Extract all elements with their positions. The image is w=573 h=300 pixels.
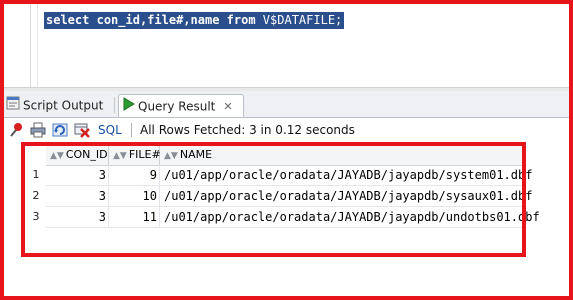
play-icon	[121, 96, 135, 118]
tab-query-result-label: Query Result	[138, 99, 216, 114]
cell-file[interactable]: 9	[109, 165, 157, 185]
column-divider	[159, 165, 160, 228]
sql-statement[interactable]: select con_id,file#,name from V$DATAFILE…	[44, 12, 345, 29]
cell-name[interactable]: /u01/app/oracle/oradata/JAYADB/jayapdb/u…	[164, 207, 540, 227]
sql-keyword-from: from	[226, 13, 256, 27]
editor-margin	[37, 4, 38, 87]
script-output-icon	[6, 95, 20, 117]
row-number[interactable]: 1	[26, 165, 46, 185]
column-divider	[108, 165, 109, 228]
pin-icon[interactable]	[8, 122, 24, 138]
result-toolbar: SQL All Rows Fetched: 3 in 0.12 seconds	[4, 118, 569, 142]
cell-file[interactable]: 11	[109, 207, 157, 227]
column-header-file[interactable]: ▲▼ FILE#	[109, 145, 161, 166]
tab-script-output-label: Script Output	[23, 98, 104, 113]
sql-keyword-select: select	[46, 13, 90, 27]
sql-link[interactable]: SQL	[98, 122, 122, 138]
row-divider	[46, 227, 524, 228]
toolbar-separator	[131, 123, 132, 137]
print-icon[interactable]	[30, 122, 46, 138]
cell-con-id[interactable]: 3	[46, 186, 106, 206]
column-header-label: CON_ID	[65, 148, 108, 161]
result-tabbar: Script Output Query Result ✕	[4, 91, 569, 118]
sql-table: V$DATAFILE;	[262, 13, 343, 27]
sql-editor[interactable]: select con_id,file#,name from V$DATAFILE…	[4, 4, 569, 87]
sort-icon: ▲▼	[113, 151, 127, 161]
tab-query-result[interactable]: Query Result ✕	[118, 94, 244, 117]
row-number[interactable]: 3	[26, 207, 46, 227]
close-icon[interactable]: ✕	[223, 100, 232, 113]
sql-columns: con_id,file#,name	[96, 13, 220, 27]
editor-gutter	[30, 4, 31, 87]
sort-icon: ▲▼	[50, 151, 64, 161]
row-number[interactable]: 2	[26, 186, 46, 206]
cell-name[interactable]: /u01/app/oracle/oradata/JAYADB/jayapdb/s…	[164, 165, 532, 185]
tab-separator	[114, 97, 115, 113]
result-grid: ▲▼ CON_ID ▲▼ FILE# ▲▼ NAME 1 3 9 /u01/app/o…	[4, 143, 569, 296]
delete-icon[interactable]	[74, 122, 90, 138]
fetch-status: All Rows Fetched: 3 in 0.12 seconds	[140, 123, 355, 137]
tab-script-output[interactable]: Script Output	[4, 94, 116, 116]
refresh-icon[interactable]	[52, 122, 68, 138]
column-header-con-id[interactable]: ▲▼ CON_ID	[46, 145, 109, 166]
cell-name[interactable]: /u01/app/oracle/oradata/JAYADB/jayapdb/s…	[164, 186, 532, 206]
cell-con-id[interactable]: 3	[46, 165, 106, 185]
sort-icon: ▲▼	[164, 151, 178, 161]
column-header-label: NAME	[179, 148, 213, 161]
column-header-label: FILE#	[128, 148, 161, 161]
column-header-name[interactable]: ▲▼ NAME	[160, 145, 525, 166]
cell-con-id[interactable]: 3	[46, 207, 106, 227]
cell-file[interactable]: 10	[109, 186, 157, 206]
